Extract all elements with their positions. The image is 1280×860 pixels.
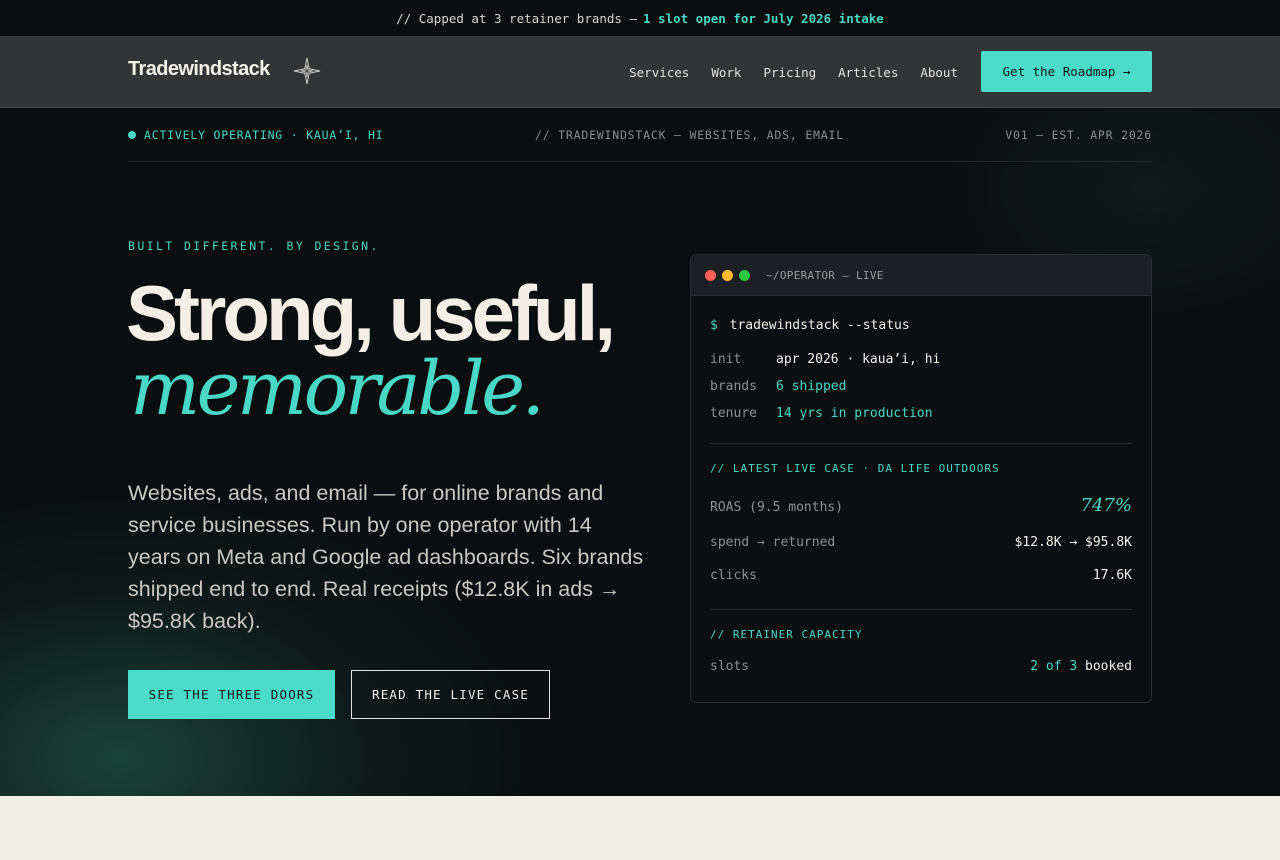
terminal-command: $ tradewindstack --status [710,318,910,333]
version-label: V01 — EST. APR 2026 [1005,127,1152,142]
operating-status-label: ACTIVELY OPERATING · KAUA’I, HI [144,127,384,142]
case-label: spend → returned [710,535,836,550]
booked-count: 2 of 3 [1030,659,1078,674]
fact-key: tenure [710,406,757,421]
get-roadmap-button[interactable]: Get the Roadmap → [981,51,1152,92]
capacity-heading: // RETAINER CAPACITY [710,628,863,641]
capacity-label: slots [710,659,750,674]
terminal-prompt: $ [710,318,718,333]
fact-row-init: init apr 2026 · kaua’i, hi [710,352,940,367]
nav-work[interactable]: Work [711,65,741,80]
hero-description: Websites, ads, and email — for online br… [128,481,644,633]
nav-articles[interactable]: Articles [838,65,898,80]
terminal-title: ~/OPERATOR — LIVE [766,268,884,282]
hero-headline-line2: memorable. [130,346,545,432]
minimize-dot-icon [722,269,733,281]
case-row-roas: ROAS (9.5 months) 747% [710,495,1132,516]
fact-key: init [710,352,742,367]
announcement-highlight: 1 slot open for July 2026 intake [643,10,884,26]
logo-wordmark[interactable]: Tradewindstack [128,58,270,81]
capacity-value: 2 of 3 booked [1030,659,1132,674]
case-value: 17.6K [1092,568,1132,583]
fact-row-tenure: tenure 14 yrs in production [710,406,933,421]
hero-section: ACTIVELY OPERATING · KAUA’I, HI // TRADE… [0,108,1280,796]
main-nav: Services Work Pricing Articles About [629,36,958,108]
maximize-dot-icon [739,269,750,281]
case-value: $12.8K → $95.8K [1014,535,1132,550]
terminal-command-text: tradewindstack --status [729,318,910,333]
announcement-bar: // Capped at 3 retainer brands — 1 slot … [0,0,1280,36]
read-live-case-button[interactable]: READ THE LIVE CASE [351,670,550,719]
status-bar: ACTIVELY OPERATING · KAUA’I, HI // TRADE… [128,108,1152,162]
announcement-text: // Capped at 3 retainer brands — [396,10,637,26]
close-dot-icon [705,269,716,281]
terminal-titlebar: ~/OPERATOR — LIVE [691,255,1151,296]
tagline-label: // TRADEWINDSTACK — WEBSITES, ADS, EMAIL [535,127,844,142]
fact-key: brands [710,379,757,394]
site-header: Tradewindstack Services Work Pricing Art… [0,36,1280,108]
operating-status: ACTIVELY OPERATING · KAUA’I, HI [128,128,383,142]
roas-value: 747% [1080,495,1132,516]
operator-terminal-card: ~/OPERATOR — LIVE $ tradewindstack --sta… [690,254,1152,703]
terminal-divider [710,443,1132,444]
nav-about[interactable]: About [920,65,958,80]
fact-value: 6 shipped [776,379,847,394]
case-row-spend: spend → returned $12.8K → $95.8K [710,535,1132,550]
see-three-doors-button[interactable]: SEE THE THREE DOORS [128,670,335,719]
case-label: ROAS (9.5 months) [710,500,844,515]
nav-pricing[interactable]: Pricing [763,65,816,80]
booked-word: booked [1085,659,1132,674]
fact-value: 14 yrs in production [776,406,933,421]
fact-row-brands: brands 6 shipped [710,379,846,394]
compass-star-icon [293,57,321,85]
capacity-row: slots 2 of 3 booked [710,659,1132,674]
terminal-divider [710,609,1132,610]
case-row-clicks: clicks 17.6K [710,568,1132,583]
nav-services[interactable]: Services [629,65,689,80]
status-dot-icon [128,130,136,139]
live-case-heading: // LATEST LIVE CASE · DA LIFE OUTDOORS [710,462,1000,475]
fact-value: apr 2026 · kaua’i, hi [776,352,941,367]
next-section-band [0,796,1280,860]
case-label: clicks [710,568,757,583]
hero-eyebrow: BUILT DIFFERENT. BY DESIGN. [128,239,380,253]
